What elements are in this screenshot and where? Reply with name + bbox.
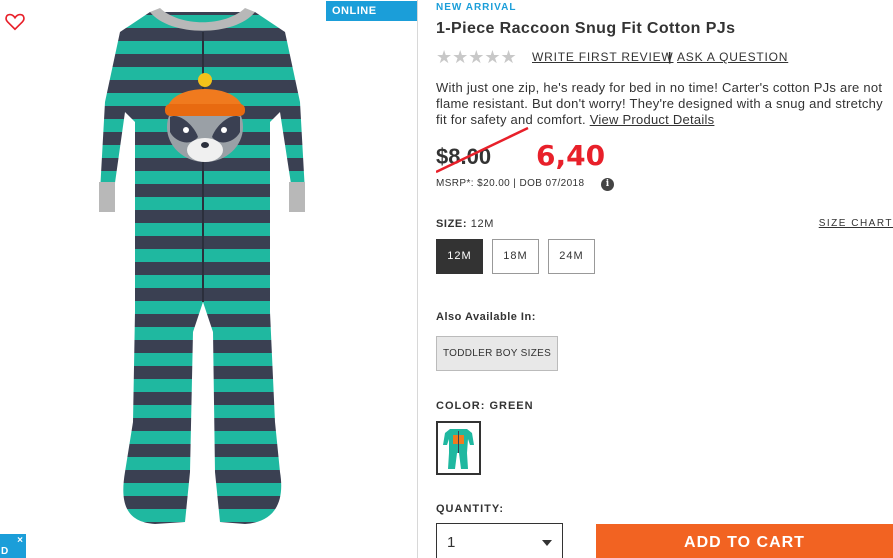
color-label: COLOR: GREEN [436, 400, 534, 412]
color-label-title: COLOR: [436, 400, 486, 412]
write-review-link[interactable]: WRITE FIRST REVIEW [532, 50, 674, 64]
size-chart-link[interactable]: SIZE CHART [819, 218, 893, 229]
rating-stars: ★★★★★ [436, 47, 517, 67]
color-swatch-green[interactable] [436, 421, 481, 475]
chevron-down-icon [542, 540, 552, 546]
color-selected-value: GREEN [489, 400, 534, 412]
product-details: NEW ARRIVAL 1-Piece Raccoon Snug Fit Cot… [436, 0, 893, 558]
product-image-pajamas[interactable] [95, 2, 310, 532]
annotated-price: 6,40 [536, 139, 606, 172]
quantity-select[interactable]: 1 [436, 523, 563, 558]
swatch-thumbnail [443, 429, 474, 469]
quantity-value: 1 [447, 534, 456, 551]
ask-question-link[interactable]: ASK A QUESTION [677, 50, 788, 64]
online-only-badge: ONLINE ONLY [326, 1, 417, 37]
add-to-cart-button[interactable]: ADD TO CART [596, 524, 893, 558]
size-selected-value: 12M [470, 218, 494, 230]
msrp-text: MSRP*: $20.00 | DOB 07/2018 [436, 178, 585, 189]
new-arrival-label: NEW ARRIVAL [436, 2, 517, 13]
product-image-panel: ONLINE ONLY × D [0, 0, 418, 558]
heart-icon[interactable] [4, 10, 26, 32]
size-option-18m[interactable]: 18M [492, 239, 539, 274]
product-description: With just one zip, he's ready for bed in… [436, 80, 893, 128]
link-separator: | [668, 50, 672, 64]
size-label: SIZE: 12M [436, 218, 494, 230]
size-option-24m[interactable]: 24M [548, 239, 595, 274]
info-icon[interactable]: i [601, 178, 614, 191]
strikethrough-annotation [436, 126, 529, 174]
size-label-title: SIZE: [436, 218, 468, 230]
size-option-12m[interactable]: 12M [436, 239, 483, 274]
toddler-boy-sizes-button[interactable]: TODDLER BOY SIZES [436, 336, 558, 371]
close-icon[interactable]: × [17, 535, 23, 546]
view-details-link[interactable]: View Product Details [590, 112, 715, 127]
chat-widget[interactable]: × D [0, 534, 26, 558]
also-available-label: Also Available In: [436, 311, 536, 323]
quantity-label: QUANTITY: [436, 503, 505, 515]
product-title: 1-Piece Raccoon Snug Fit Cotton PJs [436, 20, 736, 37]
chat-label: D [1, 546, 9, 557]
